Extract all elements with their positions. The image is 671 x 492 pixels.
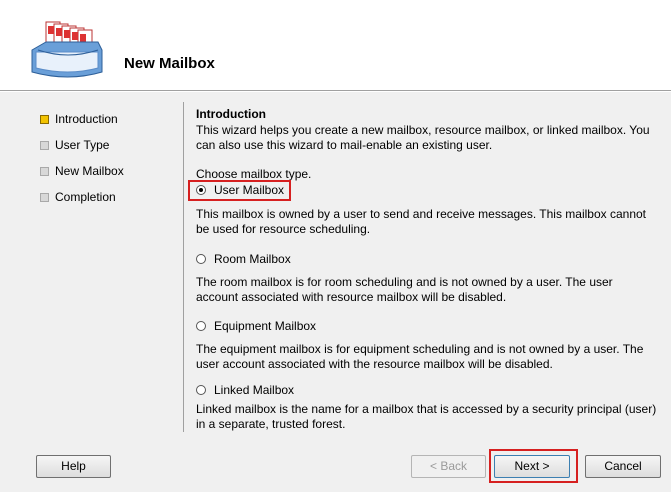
option-description: This mailbox is owned by a user to send … <box>196 207 647 236</box>
choose-type-label: Choose mailbox type. <box>196 167 312 181</box>
content-title: Introduction <box>196 107 266 121</box>
wizard-title: New Mailbox <box>124 55 215 72</box>
step-icon <box>40 141 49 150</box>
back-button[interactable]: < Back <box>411 455 486 478</box>
radio-unchecked-icon[interactable] <box>196 321 206 331</box>
option-description: The room mailbox is for room scheduling … <box>196 275 613 304</box>
radio-room-mailbox[interactable]: Room Mailbox <box>196 251 658 267</box>
content-divider <box>183 102 184 432</box>
option-description: Linked mailbox is the name for a mailbox… <box>196 402 657 431</box>
radio-unchecked-icon[interactable] <box>196 254 206 264</box>
header-divider-highlight <box>0 91 671 92</box>
help-button[interactable]: Help <box>36 455 111 478</box>
nav-step-new-mailbox: New Mailbox <box>40 164 124 190</box>
step-icon <box>40 193 49 202</box>
nav-step-label: New Mailbox <box>55 164 124 178</box>
radio-linked-mailbox[interactable]: Linked Mailbox <box>196 382 658 398</box>
mailbox-stack-icon <box>31 21 103 78</box>
nav-step-label: Completion <box>55 190 116 204</box>
nav-step-completion: Completion <box>40 190 124 216</box>
radio-equipment-mailbox[interactable]: Equipment Mailbox <box>196 318 658 334</box>
option-label[interactable]: Linked Mailbox <box>214 383 294 397</box>
nav-step-user-type: User Type <box>40 138 124 164</box>
wizard-steps-nav: Introduction User Type New Mailbox Compl… <box>40 112 124 216</box>
wizard-header: New Mailbox <box>0 0 671 90</box>
user-mailbox-highlight <box>188 180 291 201</box>
option-label[interactable]: Room Mailbox <box>214 252 291 266</box>
option-linked-mailbox: Linked Mailbox Linked mailbox is the nam… <box>196 382 658 432</box>
next-button-highlight <box>489 449 578 483</box>
radio-unchecked-icon[interactable] <box>196 385 206 395</box>
option-equipment-mailbox: Equipment Mailbox The equipment mailbox … <box>196 318 658 372</box>
cancel-button[interactable]: Cancel <box>585 455 661 478</box>
nav-step-label: User Type <box>55 138 110 152</box>
option-label[interactable]: Equipment Mailbox <box>214 319 316 333</box>
active-step-icon <box>40 115 49 124</box>
wizard-content: Introduction This wizard helps you creat… <box>196 107 658 431</box>
option-description: The equipment mailbox is for equipment s… <box>196 342 644 371</box>
option-room-mailbox: Room Mailbox The room mailbox is for roo… <box>196 251 658 305</box>
step-icon <box>40 167 49 176</box>
intro-text: This wizard helps you create a new mailb… <box>196 123 650 152</box>
nav-step-label: Introduction <box>55 112 118 126</box>
nav-step-introduction: Introduction <box>40 112 124 138</box>
